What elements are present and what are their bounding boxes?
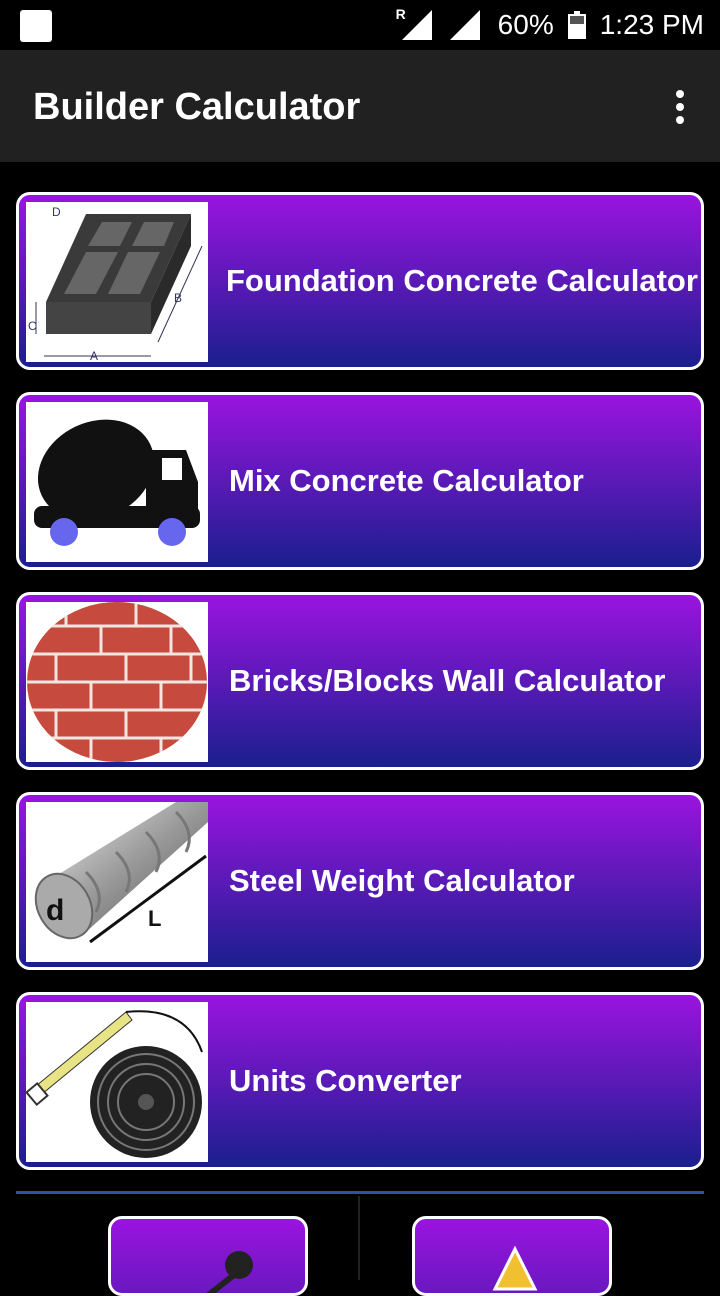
dimension-b: B [174,291,182,305]
card-label: Steel Weight Calculator [229,863,575,898]
clock: 1:23 PM [599,9,704,40]
measuring-tape-icon [25,1002,208,1162]
warning-icon [492,1245,538,1291]
share-button[interactable] [108,1216,308,1296]
more-vert-icon[interactable] [676,90,686,124]
share-icon [206,1251,253,1293]
status-indicators: R 60% 1:23 PM [396,0,704,50]
steel-rebar-icon: d L [26,802,208,962]
steel-weight-card[interactable]: d L Steel Weight Calculator [16,792,704,970]
card-label: Mix Concrete Calculator [229,463,584,498]
card-label: Units Converter [229,1063,462,1098]
roaming-signal-icon: R [396,6,436,40]
diameter-label: d [46,894,64,927]
app-bar: Builder Calculator [0,50,720,162]
status-bar: R 60% 1:23 PM [0,0,720,50]
foundation-concrete-card[interactable]: A B C D Foundation Concrete Calculator [16,192,704,370]
length-label: L [148,906,161,931]
vertical-divider [358,1196,360,1280]
app-title: Builder Calculator [33,86,361,128]
concrete-mixer-truck-icon [26,402,208,562]
battery-icon [567,11,586,39]
card-label: Bricks/Blocks Wall Calculator [229,663,666,698]
card-label: Foundation Concrete Calculator [226,263,698,298]
units-converter-card[interactable]: Units Converter [16,992,704,1170]
bricks-wall-card[interactable]: Bricks/Blocks Wall Calculator [16,592,704,770]
dimension-c: C [28,319,37,333]
battery-percent: 60% [497,9,554,40]
divider [16,1191,704,1194]
foundation-icon: A B C D [26,202,208,363]
dimension-d: D [52,205,61,219]
notification-icon [20,10,52,42]
dimension-a: A [90,349,98,362]
mix-concrete-card[interactable]: Mix Concrete Calculator [16,392,704,570]
rate-button[interactable] [412,1216,612,1296]
signal-icon [449,10,484,40]
brick-wall-icon [26,602,208,762]
